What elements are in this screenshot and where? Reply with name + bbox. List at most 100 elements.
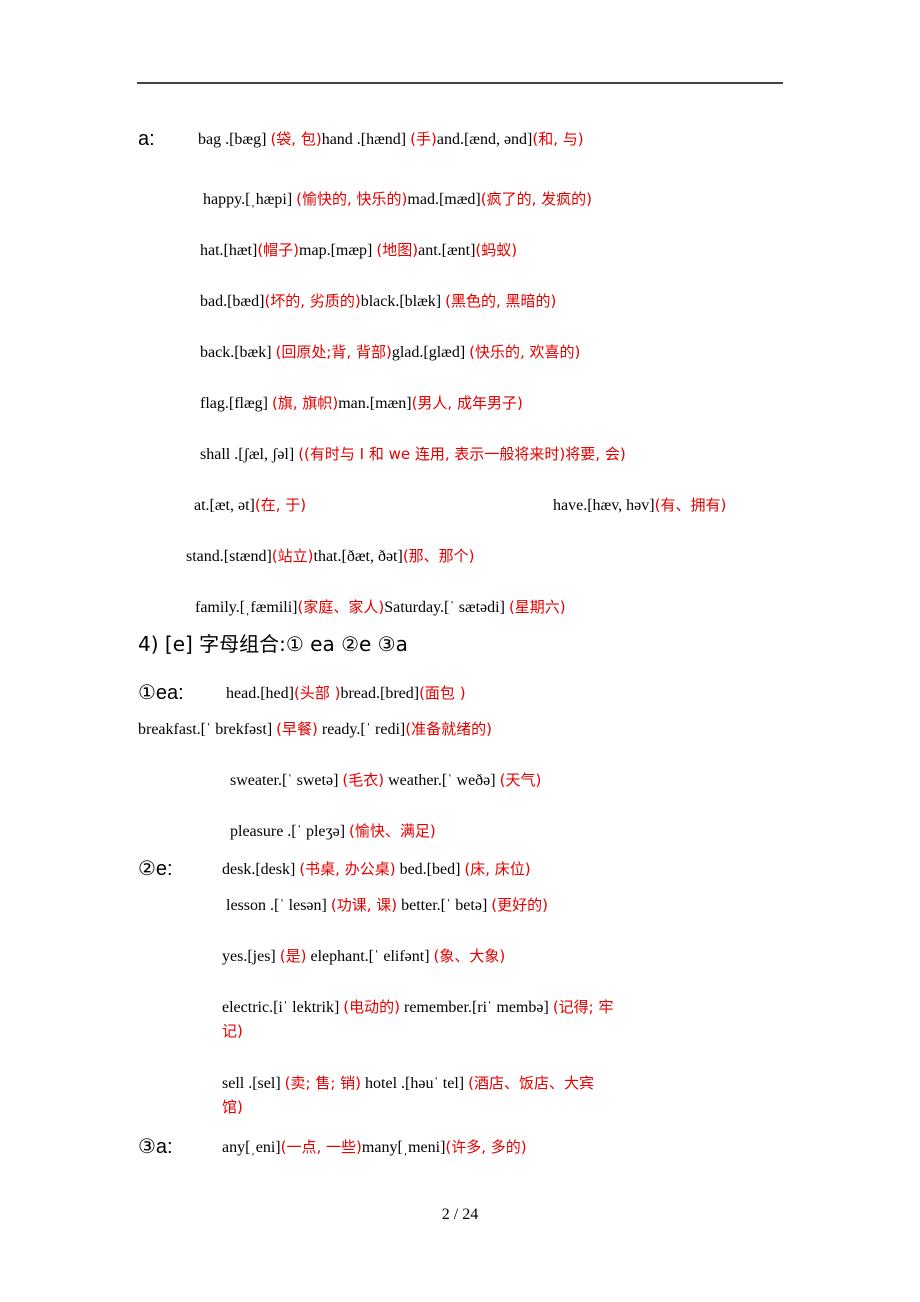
english-word-phonetic: sweater.[ˈ swetə] — [230, 772, 343, 789]
sub-label-e: ②e: — [138, 858, 173, 880]
chinese-meaning: (地图) — [376, 241, 419, 259]
english-word-phonetic: hand .[hænd] — [321, 131, 411, 148]
vocab-line: happy.[ˌhæpi] (愉快的, 快乐的)mad.[mæd](疯了的, 发… — [203, 189, 592, 210]
chinese-meaning: (面包 ) — [419, 684, 466, 702]
english-word-phonetic: flag.[flæg] — [200, 395, 272, 412]
english-word-phonetic: bread.[bred] — [340, 685, 420, 702]
english-word-phonetic: back.[bæk] — [200, 344, 276, 361]
english-word-phonetic: at.[æt, ət] — [194, 497, 255, 514]
chinese-meaning: (家庭、家人) — [297, 598, 385, 616]
english-word-phonetic: black.[blæk] — [360, 293, 446, 310]
english-word-phonetic: electric.[iˈ lektrik] — [222, 999, 344, 1016]
chinese-meaning: (手) — [410, 130, 437, 148]
english-word-phonetic: yes.[jes] — [222, 948, 280, 965]
english-word-phonetic: better.[ˈ betə] — [397, 897, 492, 914]
chinese-meaning: (功课, 课) — [330, 896, 398, 914]
english-word-phonetic: bad.[bæd] — [200, 293, 265, 310]
chinese-meaning: (准备就绪的) — [405, 720, 492, 738]
chinese-meaning: (毛衣) — [342, 771, 385, 789]
chinese-meaning: (天气) — [499, 771, 542, 789]
vocab-line: sweater.[ˈ swetə] (毛衣) weather.[ˈ weðə] … — [230, 770, 541, 791]
english-word-phonetic: pleasure .[ˈ pleʒə] — [230, 823, 350, 840]
chinese-meaning: (黑色的, 黑暗的) — [445, 292, 557, 310]
vocab-line: desk.[desk] (书桌, 办公桌) bed.[bed] (床, 床位) — [222, 859, 531, 880]
chinese-meaning: (星期六) — [508, 598, 566, 616]
english-word-phonetic: glad.[glæd] — [391, 344, 470, 361]
chinese-meaning: (一点, 一些) — [280, 1138, 362, 1156]
chinese-meaning: (那、那个) — [402, 547, 475, 565]
english-word-phonetic: hat.[hæt] — [200, 242, 258, 259]
chinese-meaning: (电动的) — [343, 998, 400, 1016]
english-word-phonetic: that.[ðæt, ðət] — [313, 548, 403, 565]
english-word-phonetic: ant.[ænt] — [418, 242, 476, 259]
chinese-meaning: (愉快的, 快乐的) — [296, 190, 408, 208]
english-word-phonetic: weather.[ˈ weðə] — [384, 772, 500, 789]
sub-label-a: ③a: — [138, 1136, 173, 1158]
english-word-phonetic: bed.[bed] — [395, 861, 465, 878]
chinese-meaning: (疯了的, 发疯的) — [480, 190, 592, 208]
vocab-line: bad.[bæd](坏的, 劣质的)black.[blæk] (黑色的, 黑暗的… — [200, 291, 556, 312]
chinese-meaning: (快乐的, 欢喜的) — [469, 343, 581, 361]
section-heading: 4) [e] 字母组合:① ea ②e ③a — [138, 632, 408, 656]
vocab-line: flag.[flæg] (旗, 旗帜)man.[mæn](男人, 成年男子) — [200, 393, 523, 414]
english-word-phonetic: shall .[ʃæl, ʃəl] — [200, 446, 299, 463]
chinese-meaning: (记得; 牢 — [552, 998, 614, 1016]
chinese-meaning: (袋, 包) — [270, 130, 322, 148]
vocab-line-family: family.[ˌfæmili](家庭、家人)Saturday.[ˈ sætəd… — [195, 597, 566, 618]
english-word-phonetic: bag .[bæg] — [198, 131, 271, 148]
english-word-phonetic: lesson .[ˈ lesən] — [226, 897, 331, 914]
english-word-phonetic: breakfast.[ˈ brekfəst] — [138, 721, 277, 738]
chinese-meaning: ((有时与 I 和 we 连用, 表示一般将来时)将要, 会) — [298, 445, 626, 463]
chinese-meaning: (更好的) — [491, 896, 548, 914]
vocab-line-have: have.[hæv, həv](有、拥有) — [553, 495, 726, 516]
vocab-line: lesson .[ˈ lesən] (功课, 课) better.[ˈ betə… — [226, 895, 548, 916]
english-word-phonetic: man.[mæn] — [338, 395, 412, 412]
vocab-line-at: at.[æt, ət](在, 于) — [194, 495, 306, 516]
chinese-meaning: (有、拥有) — [654, 496, 727, 514]
chinese-meaning: (书桌, 办公桌) — [299, 860, 396, 878]
chinese-meaning: (卖; 售; 销) — [284, 1074, 362, 1092]
vocab-line: electric.[iˈ lektrik] (电动的) remember.[ri… — [222, 997, 614, 1018]
chinese-meaning: (头部 ) — [293, 684, 341, 702]
chinese-meaning: (是) — [279, 947, 307, 965]
chinese-meaning: 馆) — [222, 1098, 243, 1116]
english-word-phonetic: ready.[ˈ redi] — [317, 721, 406, 738]
chinese-meaning: (帽子) — [257, 241, 300, 259]
chinese-meaning: 记) — [222, 1022, 243, 1040]
chinese-meaning: (回原处;背, 背部) — [275, 343, 392, 361]
page-number: 2 / 24 — [441, 1206, 479, 1223]
vocab-line: breakfast.[ˈ brekfəst] (早餐) ready.[ˈ red… — [138, 719, 492, 740]
vocab-line: any[ˌeni](一点, 一些)many[ˌmeni](许多, 多的) — [222, 1137, 527, 1158]
english-word-phonetic: desk.[desk] — [222, 861, 300, 878]
english-word-phonetic: any[ˌeni] — [222, 1139, 281, 1156]
vocab-line: back.[bæk] (回原处;背, 背部)glad.[glæd] (快乐的, … — [200, 342, 580, 363]
chinese-meaning: (早餐) — [276, 720, 318, 738]
english-word-phonetic: and.[ænd, ənd] — [436, 131, 533, 148]
english-word-phonetic: map.[mæp] — [299, 242, 377, 259]
vocab-line: bag .[bæg] (袋, 包)hand .[hænd] (手)and.[æn… — [198, 129, 584, 150]
vocab-line: head.[hed](头部 )bread.[bred](面包 ) — [226, 683, 466, 704]
english-word-phonetic: hotel .[həuˈ tel] — [361, 1075, 469, 1092]
english-word-phonetic: head.[hed] — [226, 685, 294, 702]
chinese-meaning: (酒店、饭店、大宾 — [468, 1074, 594, 1092]
chinese-meaning: (站立) — [271, 547, 314, 565]
vocab-line: shall .[ʃæl, ʃəl] ((有时与 I 和 we 连用, 表示一般将… — [200, 444, 626, 465]
english-word-phonetic: family.[ˌfæmili] — [195, 599, 298, 616]
vocab-line-stand: stand.[stænd](站立)that.[ðæt, ðət](那、那个) — [186, 546, 475, 567]
header-rule — [137, 82, 783, 84]
chinese-meaning: (象、大象) — [433, 947, 506, 965]
section-label-a: a: — [138, 128, 155, 150]
chinese-meaning: (男人, 成年男子) — [411, 394, 523, 412]
vocab-line: yes.[jes] (是) elephant.[ˈ elifənt] (象、大象… — [222, 946, 505, 967]
english-word-phonetic: Saturday.[ˈ sætədi] — [384, 599, 509, 616]
english-word-phonetic: mad.[mæd] — [407, 191, 481, 208]
english-word-phonetic: many[ˌmeni] — [361, 1139, 446, 1156]
vocab-line: sell .[sel] (卖; 售; 销) hotel .[həuˈ tel] … — [222, 1073, 594, 1094]
english-word-phonetic: happy.[ˌhæpi] — [203, 191, 297, 208]
vocab-line-wrap: 馆) — [222, 1097, 243, 1118]
chinese-meaning: (坏的, 劣质的) — [264, 292, 361, 310]
chinese-meaning: (和, 与) — [532, 130, 584, 148]
vocab-line: hat.[hæt](帽子)map.[mæp] (地图)ant.[ænt](蚂蚁) — [200, 240, 517, 261]
english-word-phonetic: remember.[riˈ membə] — [399, 999, 553, 1016]
vocab-line-wrap: 记) — [222, 1021, 243, 1042]
